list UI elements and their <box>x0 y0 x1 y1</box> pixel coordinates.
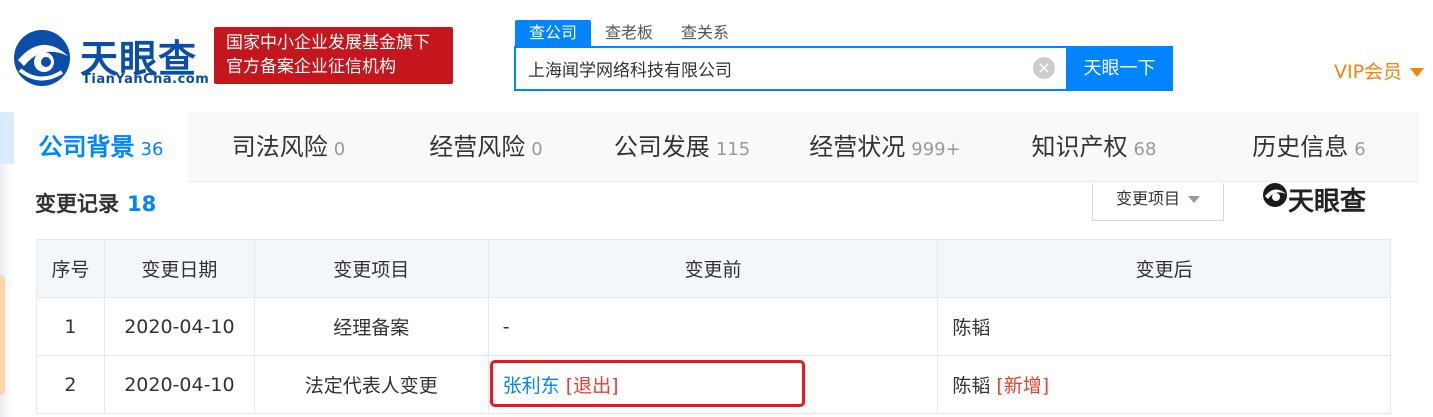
cell-before: - <box>487 297 939 356</box>
watermark-text: 天眼查 <box>1288 187 1367 217</box>
tab-count: 68 <box>1133 139 1157 160</box>
tab-label: 公司背景 <box>38 133 135 161</box>
cell-after: 陈韬 [新增] <box>937 355 1391 414</box>
tab-label: 经营风险 <box>429 133 526 161</box>
annotation-highlight-box <box>490 360 805 407</box>
after-value: 陈韬 <box>952 375 991 397</box>
search-tab-company[interactable]: 查公司 <box>515 20 592 46</box>
top-header: 天眼查 TianYanCha.com 国家中小企业发展基金旗下 官方备案企业征信… <box>0 0 1433 112</box>
before-value: - <box>502 315 510 338</box>
vip-label: VIP会员 <box>1334 61 1403 83</box>
col-header-index: 序号 <box>36 239 105 298</box>
tab-count: 115 <box>715 139 751 160</box>
cell-date: 2020-04-10 <box>103 297 255 356</box>
filter-label: 变更项目 <box>1115 189 1180 208</box>
tab-intellectual-property[interactable]: 知识产权 68 <box>989 112 1199 182</box>
col-header-before: 变更前 <box>487 239 939 298</box>
search-tabs: 查公司 查老板 查关系 <box>515 20 743 46</box>
left-accent-strip <box>0 112 14 164</box>
tab-label: 公司发展 <box>613 133 710 161</box>
col-header-item: 变更项目 <box>253 239 489 298</box>
logo-en-text: TianYanCha.com <box>82 72 210 87</box>
cell-date: 2020-04-10 <box>103 355 255 414</box>
cell-item: 经理备案 <box>253 297 489 356</box>
tab-judicial-risk[interactable]: 司法风险 0 <box>188 112 389 182</box>
section-title: 变更记录 18 <box>35 188 156 218</box>
tab-count: 999+ <box>911 139 961 160</box>
change-item-filter[interactable]: 变更项目 <box>1092 183 1224 221</box>
gov-badge: 国家中小企业发展基金旗下 官方备案企业征信机构 <box>214 27 453 84</box>
tab-history-info[interactable]: 历史信息 6 <box>1199 112 1419 182</box>
tab-label: 知识产权 <box>1031 133 1128 161</box>
tab-count: 36 <box>140 139 164 160</box>
cell-after: 陈韬 <box>937 297 1391 356</box>
search-tab-boss[interactable]: 查老板 <box>591 20 667 46</box>
company-nav: 公司背景 36 司法风险 0 经营风险 0 公司发展 115 经营状况 999+ 知识产权… <box>14 112 1419 182</box>
tianyancha-logo[interactable]: 天眼查 TianYanCha.com <box>10 26 209 90</box>
left-orange-strip <box>0 275 5 395</box>
col-header-after: 变更后 <box>937 239 1391 298</box>
col-header-date: 变更日期 <box>103 239 255 298</box>
new-tag: [新增] <box>996 375 1050 397</box>
caret-down-icon <box>1410 68 1425 77</box>
table-header-row: 序号 变更日期 变更项目 变更前 变更后 <box>36 239 1391 298</box>
logo-eye-icon <box>14 30 70 86</box>
cell-index: 1 <box>36 297 105 356</box>
cell-index: 2 <box>36 355 105 414</box>
tab-operation-status[interactable]: 经营状况 999+ <box>781 112 989 182</box>
tab-company-development[interactable]: 公司发展 115 <box>583 112 781 182</box>
tab-operation-risk[interactable]: 经营风险 0 <box>389 112 583 182</box>
tab-count: 0 <box>531 139 543 160</box>
vip-menu[interactable]: VIP会员 <box>1334 57 1425 84</box>
table-row: 1 2020-04-10 经理备案 - 陈韬 <box>36 297 1391 356</box>
tab-company-background[interactable]: 公司背景 36 <box>14 112 188 182</box>
cell-item: 法定代表人变更 <box>253 355 489 414</box>
search-button[interactable]: 天眼一下 <box>1066 46 1173 91</box>
caret-down-icon <box>1188 196 1200 203</box>
after-value: 陈韬 <box>952 317 991 339</box>
watermark-logo-icon <box>1263 183 1287 207</box>
clear-icon[interactable]: × <box>1033 57 1055 79</box>
gov-badge-line1: 国家中小企业发展基金旗下 <box>226 33 430 53</box>
section-count: 18 <box>127 192 157 216</box>
tab-count: 0 <box>333 139 346 160</box>
tab-count: 6 <box>1354 139 1366 160</box>
tab-label: 经营状况 <box>809 133 906 161</box>
section-title-text: 变更记录 <box>35 192 119 216</box>
tab-label: 历史信息 <box>1252 133 1349 161</box>
tab-label: 司法风险 <box>231 133 328 161</box>
search-box: × <box>514 46 1067 91</box>
search-input[interactable] <box>516 48 1016 89</box>
gov-badge-line2: 官方备案企业征信机构 <box>226 57 396 77</box>
search-tab-relation[interactable]: 查关系 <box>667 20 743 46</box>
